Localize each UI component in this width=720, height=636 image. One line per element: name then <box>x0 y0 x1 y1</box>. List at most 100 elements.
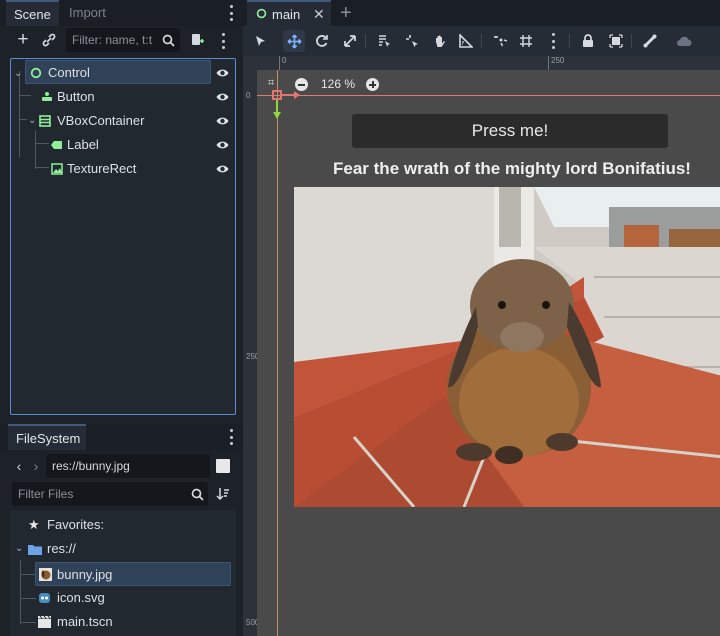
star-icon: ★ <box>28 517 40 532</box>
tab-label: main <box>272 7 301 22</box>
grid-snap-icon[interactable] <box>515 30 537 52</box>
snap-options-icon[interactable] <box>550 33 556 49</box>
tree-item-vboxcontainer[interactable]: VBoxContainer <box>37 109 207 133</box>
zoom-in-icon[interactable] <box>366 78 379 91</box>
fs-item-label: res:// <box>47 541 76 556</box>
label-node-icon <box>51 141 62 149</box>
fs-item-icon-svg[interactable]: icon.svg <box>38 586 228 610</box>
texturerect-node-icon <box>51 163 63 175</box>
filesystem-filter-input[interactable]: Filter Files <box>12 482 208 506</box>
pivot-mode-icon[interactable] <box>401 30 423 52</box>
preview-press-button[interactable]: Press me! <box>352 114 668 148</box>
skeleton-bone-icon[interactable] <box>639 30 661 52</box>
origin-axis-y <box>277 70 278 636</box>
tree-item-button[interactable]: Button <box>37 85 207 109</box>
smart-snap-icon[interactable] <box>489 30 511 52</box>
visibility-eye-icon[interactable] <box>216 139 229 151</box>
rotate-mode-icon[interactable] <box>311 30 333 52</box>
folder-icon <box>28 545 42 555</box>
gizmo-y-arrow[interactable] <box>276 100 278 112</box>
canvas-editor: main ✕ + V 0 250 0 250 500 <box>243 0 720 636</box>
control-node-icon <box>30 67 42 79</box>
tab-filesystem[interactable]: FileSystem <box>8 424 86 450</box>
cloud-icon[interactable] <box>673 30 695 52</box>
fs-item-label: bunny.jpg <box>57 567 113 582</box>
tree-item-control[interactable]: Control <box>25 60 211 84</box>
tree-item-label: TextureRect <box>67 161 137 176</box>
visibility-eye-icon[interactable] <box>216 91 229 103</box>
scene-file-icon <box>38 616 51 628</box>
origin-axis-x <box>257 95 720 96</box>
group-icon[interactable] <box>605 30 627 52</box>
vbox-node-icon <box>39 115 51 127</box>
ruler-corner <box>243 56 279 70</box>
ruler-tick-label: 250 <box>551 56 565 65</box>
collapse-arrow-icon[interactable]: ⌄ <box>28 115 36 126</box>
fs-item-bunny-jpg[interactable]: bunny.jpg <box>35 562 231 586</box>
filesystem-dock-tabbar: FileSystem <box>0 424 243 450</box>
transform-gizmo-center[interactable] <box>272 90 282 100</box>
zoom-out-icon[interactable] <box>295 78 308 91</box>
bunny-photo <box>294 187 720 507</box>
tree-item-label: Label <box>67 137 99 152</box>
search-icon <box>159 29 177 51</box>
filesystem-path-field[interactable]: res://bunny.jpg <box>46 454 210 478</box>
scale-mode-icon[interactable] <box>339 30 361 52</box>
fs-item-res[interactable]: res:// <box>28 537 228 561</box>
button-node-icon <box>42 92 52 101</box>
fs-item-label: main.tscn <box>57 614 113 629</box>
visibility-eye-icon[interactable] <box>216 163 229 175</box>
ruler-mode-icon[interactable] <box>455 30 477 52</box>
move-mode-icon[interactable] <box>283 30 305 52</box>
godot-icon <box>39 593 50 603</box>
fs-item-favorites[interactable]: ★ Favorites: <box>28 513 228 537</box>
scene-dock-menu-icon[interactable] <box>228 5 234 21</box>
list-select-icon[interactable] <box>373 30 395 52</box>
gizmo-y-arrowhead <box>273 112 281 119</box>
image-file-icon <box>39 568 52 581</box>
collapse-arrow-icon[interactable]: ⌄ <box>14 68 22 79</box>
canvas-area[interactable]: ⌗ 126 % Press me! Fear the wrath of the … <box>257 70 720 636</box>
pan-mode-icon[interactable] <box>429 30 451 52</box>
back-icon[interactable]: ‹ <box>12 455 26 477</box>
fs-item-label: icon.svg <box>57 590 105 605</box>
tree-item-label-node[interactable]: Label <box>51 133 211 157</box>
scene-dock-tabbar: Scene Import <box>0 0 243 26</box>
filesystem-tree[interactable]: ★ Favorites: ⌄ res:// bunny.jpg icon.svg… <box>10 510 236 636</box>
new-scene-tab-icon[interactable]: + <box>340 2 352 25</box>
scene-tree[interactable]: Control ⌄ Button ⌄ VBoxContainer Label T… <box>10 58 236 415</box>
select-mode-icon[interactable] <box>250 30 272 52</box>
scene-tree-menu-icon[interactable] <box>220 33 226 49</box>
scene-tabbar: main ✕ + <box>243 0 720 26</box>
tree-item-label: Button <box>57 89 95 104</box>
preview-label: Fear the wrath of the mighty lord Bonifa… <box>333 159 691 178</box>
left-dock-area: Scene Import + Filter: name, t:t Control… <box>0 0 243 636</box>
visibility-eye-icon[interactable] <box>216 115 229 127</box>
canvas-toolbar: V <box>243 26 720 73</box>
tab-main-scene[interactable]: main ✕ <box>247 0 331 26</box>
add-node-icon[interactable]: + <box>12 29 34 51</box>
tab-import[interactable]: Import <box>61 0 114 26</box>
sort-icon[interactable] <box>212 483 234 505</box>
collapse-arrow-icon[interactable]: ⌄ <box>15 543 23 554</box>
zoom-reset-icon[interactable]: ⌗ <box>268 77 282 91</box>
fs-item-main-tscn[interactable]: main.tscn <box>38 610 228 634</box>
filesystem-dock-menu-icon[interactable] <box>228 429 234 445</box>
tree-item-texturerect[interactable]: TextureRect <box>51 157 211 181</box>
tab-scene[interactable]: Scene <box>6 0 59 26</box>
close-tab-icon[interactable]: ✕ <box>313 2 325 27</box>
gizmo-x-arrowhead <box>294 91 300 99</box>
lock-icon[interactable] <box>577 30 599 52</box>
visibility-eye-icon[interactable] <box>216 67 229 79</box>
zoom-level[interactable]: 126 % <box>321 77 355 91</box>
ruler-vertical: 0 250 500 <box>243 70 259 636</box>
ruler-tick-label: 0 <box>282 56 287 65</box>
attach-script-icon[interactable] <box>186 29 208 51</box>
tree-item-label: Control <box>48 65 90 80</box>
forward-icon[interactable]: › <box>29 455 43 477</box>
split-mode-toggle-icon[interactable] <box>216 459 230 473</box>
instance-scene-icon[interactable] <box>38 29 60 51</box>
ruler-horizontal: 0 250 <box>279 56 720 70</box>
control-node-icon <box>256 8 267 19</box>
ruler-tick-label: 0 <box>246 91 251 100</box>
